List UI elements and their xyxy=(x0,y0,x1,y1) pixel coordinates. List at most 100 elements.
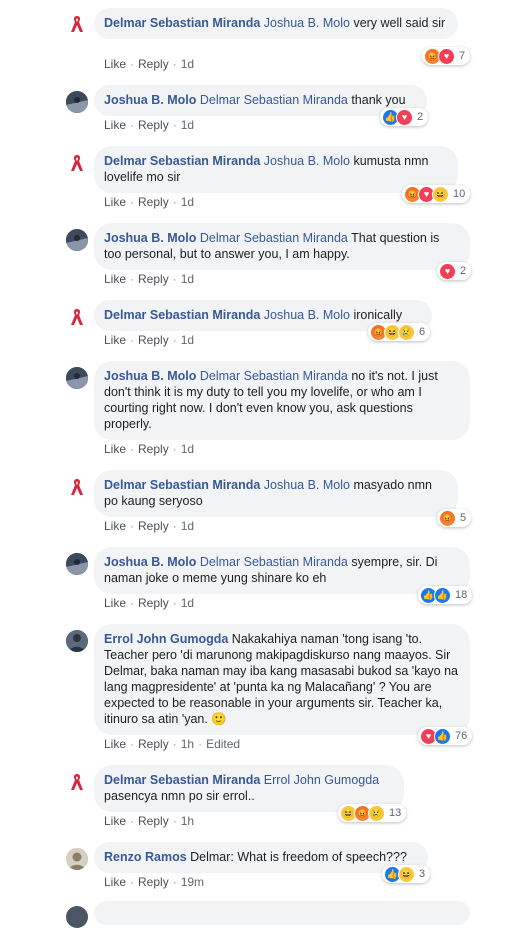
reply-button[interactable]: Reply xyxy=(138,519,169,533)
avatar[interactable] xyxy=(66,553,88,575)
comment-bubble: Joshua B. Molo Delmar Sebastian Miranda … xyxy=(94,223,470,270)
comment-author[interactable]: Joshua B. Molo xyxy=(104,555,196,569)
reaction-count: 2 xyxy=(417,111,424,123)
red-ribbon-icon xyxy=(71,309,83,325)
comment-mention[interactable]: Joshua B. Molo xyxy=(264,308,350,322)
sad-icon: 😢 xyxy=(398,323,415,341)
like-button[interactable]: Like xyxy=(104,875,126,889)
avatar[interactable] xyxy=(66,367,88,389)
comment-author[interactable]: Delmar Sebastian Miranda xyxy=(104,773,260,787)
reply-button[interactable]: Reply xyxy=(138,596,169,610)
comment-timestamp[interactable]: 1h xyxy=(181,814,194,828)
avatar[interactable] xyxy=(66,91,88,113)
like-icon: 👍 xyxy=(434,586,451,604)
comment-mention[interactable]: Delmar Sebastian Miranda xyxy=(200,555,348,569)
reaction-count: 13 xyxy=(389,807,402,819)
reply-button[interactable]: Reply xyxy=(138,442,169,456)
profile-photo-icon xyxy=(66,91,88,113)
comment-author[interactable]: Joshua B. Molo xyxy=(104,369,196,383)
reaction-count: 5 xyxy=(460,512,467,524)
comment-timestamp[interactable]: 1d xyxy=(181,519,194,533)
comment-actions: Like · Reply · 1d xyxy=(104,195,195,209)
like-button[interactable]: Like xyxy=(104,737,126,751)
comment-timestamp[interactable]: 1d xyxy=(181,57,194,71)
love-icon: ♥ xyxy=(439,262,456,280)
like-button[interactable]: Like xyxy=(104,596,126,610)
comment-mention[interactable]: Delmar Sebastian Miranda xyxy=(200,369,348,383)
reactions-summary[interactable]: 👍 👍 18 xyxy=(418,586,473,604)
reaction-count: 18 xyxy=(455,589,468,601)
comment-author[interactable]: Delmar Sebastian Miranda xyxy=(104,478,260,492)
avatar[interactable] xyxy=(66,906,88,928)
like-button[interactable]: Like xyxy=(104,272,126,286)
reactions-summary[interactable]: 😆 😡 😢 13 xyxy=(338,804,407,822)
comment-actions: Like · Reply · 1d xyxy=(104,519,195,533)
comment-actions: Like · Reply · 19m xyxy=(104,875,205,889)
comment-mention[interactable]: Delmar Sebastian Miranda xyxy=(200,231,348,245)
like-button[interactable]: Like xyxy=(104,195,126,209)
reactions-summary[interactable]: 👍 😆 3 xyxy=(382,865,431,883)
avatar[interactable] xyxy=(66,13,88,35)
reactions-summary[interactable]: 😡 5 xyxy=(437,509,472,527)
comment-bubble: Delmar Sebastian Miranda Joshua B. Molo … xyxy=(94,8,458,39)
like-button[interactable]: Like xyxy=(104,519,126,533)
love-icon: ♥ xyxy=(438,47,455,65)
like-button[interactable]: Like xyxy=(104,333,126,347)
comment-text: ironically xyxy=(349,308,403,322)
comment-timestamp[interactable]: 1d xyxy=(181,333,194,347)
reply-button[interactable]: Reply xyxy=(138,57,169,71)
reply-button[interactable]: Reply xyxy=(138,272,169,286)
like-button[interactable]: Like xyxy=(104,118,126,132)
comment-mention[interactable]: Joshua B. Molo xyxy=(264,16,350,30)
like-button[interactable]: Like xyxy=(104,442,126,456)
haha-icon: 😆 xyxy=(398,865,415,883)
comment-actions: Like · Reply · 1d xyxy=(104,118,195,132)
reply-button[interactable]: Reply xyxy=(138,875,169,889)
like-icon: 👍 xyxy=(434,727,451,745)
avatar[interactable] xyxy=(66,152,88,174)
comment-timestamp[interactable]: 1d xyxy=(181,596,194,610)
comment-text: very well said sir xyxy=(349,16,446,30)
reply-button[interactable]: Reply xyxy=(138,737,169,751)
comment-timestamp[interactable]: 19m xyxy=(181,875,204,889)
reactions-summary[interactable]: ♥ 2 xyxy=(437,262,472,280)
comment-timestamp[interactable]: 1d xyxy=(181,272,194,286)
comment-author[interactable]: Joshua B. Molo xyxy=(104,93,196,107)
like-button[interactable]: Like xyxy=(104,57,126,71)
comment-author[interactable]: Renzo Ramos xyxy=(104,850,187,864)
comment-timestamp[interactable]: 1d xyxy=(181,118,194,132)
comment-timestamp[interactable]: 1d xyxy=(181,442,194,456)
reactions-summary[interactable]: ♥ 👍 76 xyxy=(418,727,473,745)
comment-mention[interactable]: Delmar Sebastian Miranda xyxy=(200,93,348,107)
comment-author[interactable]: Errol John Gumogda xyxy=(104,632,228,646)
avatar[interactable] xyxy=(66,476,88,498)
avatar[interactable] xyxy=(66,306,88,328)
reactions-summary[interactable]: 😡 😆 😢 6 xyxy=(368,323,431,341)
comment-timestamp[interactable]: 1h xyxy=(181,737,194,751)
edited-label[interactable]: Edited xyxy=(206,737,240,751)
angry-icon: 😡 xyxy=(439,509,456,527)
reply-button[interactable]: Reply xyxy=(138,195,169,209)
comment-bubble: Joshua B. Molo Delmar Sebastian Miranda … xyxy=(94,361,470,440)
comment-author[interactable]: Delmar Sebastian Miranda xyxy=(104,308,260,322)
comment-mention[interactable]: Errol John Gumogda xyxy=(264,773,379,787)
comment-author[interactable]: Joshua B. Molo xyxy=(104,231,196,245)
comment-mention[interactable]: Joshua B. Molo xyxy=(264,478,350,492)
comment-text: thank you xyxy=(347,93,406,107)
comment-actions: Like · Reply · 1d xyxy=(104,333,195,347)
reactions-summary[interactable]: 😡 ♥ 😆 10 xyxy=(402,185,471,203)
reactions-summary[interactable]: 😡 ♥ 7 xyxy=(422,47,471,65)
comment-author[interactable]: Delmar Sebastian Miranda xyxy=(104,154,260,168)
reactions-summary[interactable]: 👍 ♥ 2 xyxy=(380,108,429,126)
comment-timestamp[interactable]: 1d xyxy=(181,195,194,209)
reply-button[interactable]: Reply xyxy=(138,333,169,347)
avatar[interactable] xyxy=(66,848,88,870)
avatar[interactable] xyxy=(66,229,88,251)
comment-mention[interactable]: Joshua B. Molo xyxy=(264,154,350,168)
avatar[interactable] xyxy=(66,630,88,652)
reply-button[interactable]: Reply xyxy=(138,814,169,828)
avatar[interactable] xyxy=(66,771,88,793)
like-button[interactable]: Like xyxy=(104,814,126,828)
comment-author[interactable]: Delmar Sebastian Miranda xyxy=(104,16,260,30)
reply-button[interactable]: Reply xyxy=(138,118,169,132)
